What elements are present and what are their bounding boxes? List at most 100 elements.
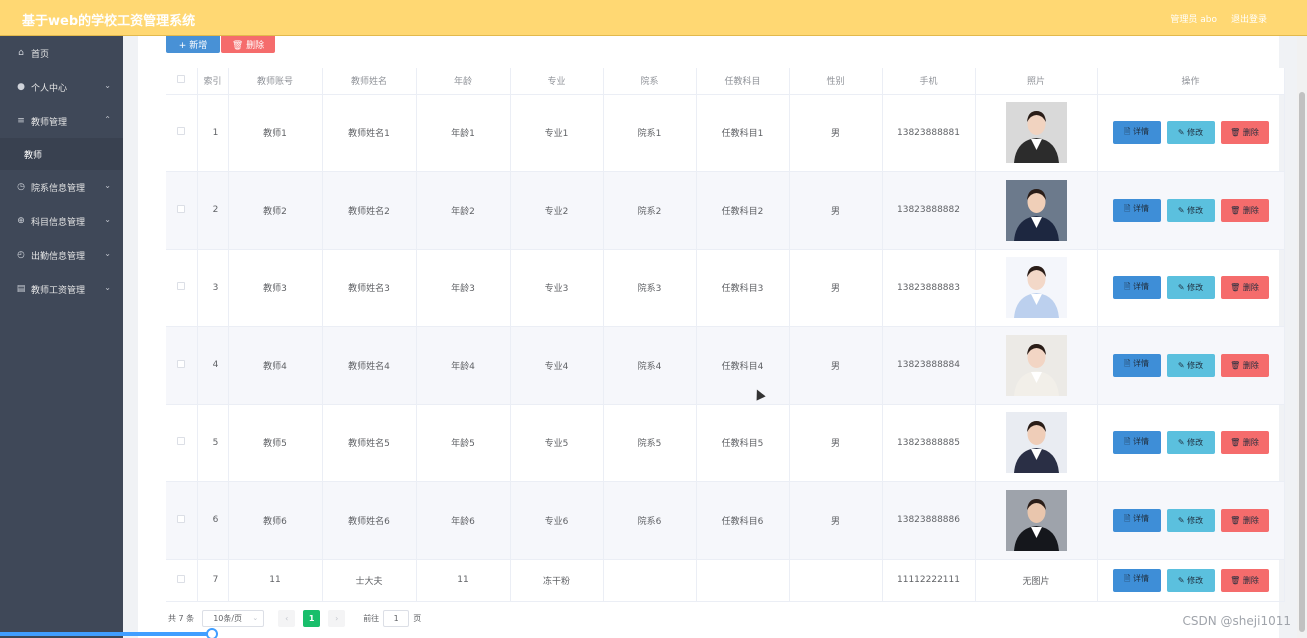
row-checkbox[interactable] [177,127,186,136]
cell-age: 11 [416,559,511,602]
table-row: 3 教师3 教师姓名3 年龄3 专业3 院系3 任教科目3 男 13823888883 🗎 详情 ✎… [166,249,1285,327]
cell-age: 年龄1 [416,94,511,172]
detail-button[interactable]: 🗎 详情 [1112,508,1161,532]
select-all-checkbox-cell[interactable] [166,68,198,95]
globe-icon: ⊕ [17,216,25,226]
cell-subject [696,559,790,602]
logout-button[interactable]: 退出登录 [1231,12,1267,25]
select-all-checkbox[interactable] [177,75,186,84]
cell-index: 4 [197,326,229,405]
page-scrollbar[interactable] [1297,36,1307,638]
detail-button[interactable]: 🗎 详情 [1112,276,1161,300]
row-checkbox-cell[interactable] [166,404,198,482]
delete-button[interactable]: 🗑 删除 [1220,353,1269,377]
cell-teacher-name: 教师姓名5 [322,404,417,482]
edit-button[interactable]: ✎ 修改 [1166,568,1215,592]
sidebar-item-personal-center[interactable]: ● 个人中心 ⌄ [0,70,123,104]
cell-actions: 🗎 详情 ✎ 修改 🗑 删除 [1097,326,1285,405]
edit-button[interactable]: ✎ 修改 [1166,431,1215,455]
column-header: 照片 [975,68,1098,95]
chevron-down-icon: ⌄ [104,283,111,292]
row-actions: 🗎 详情 ✎ 修改 🗑 删除 [1098,121,1284,145]
add-button[interactable]: + 新增 [166,36,220,53]
goto-page-input[interactable]: 1 [383,610,410,627]
delete-button[interactable]: 🗑 删除 [1220,431,1269,455]
sidebar-item-label: 科目信息管理 [31,217,86,228]
delete-button[interactable]: 🗑 删除 [1220,121,1269,145]
row-checkbox-cell[interactable] [166,94,198,172]
delete-button[interactable]: 🗑 删除 [1220,198,1269,222]
column-header: 教师姓名 [322,68,417,95]
detail-button[interactable]: 🗎 详情 [1112,431,1161,455]
row-checkbox-cell[interactable] [166,481,198,560]
chevron-down-icon: ⌄ [104,181,111,190]
sidebar-item-label: 个人中心 [31,83,68,94]
cell-age: 年龄3 [416,249,511,327]
cell-photo [975,171,1098,250]
cell-teacher-name: 教师姓名4 [322,326,417,405]
chevron-left-icon: ‹ [285,614,289,623]
next-page-button[interactable]: › [328,610,346,627]
sidebar-item-teacher-management[interactable]: ≡ 教师管理 ⌃ [0,104,123,138]
cell-teacher-name: 教师姓名3 [322,249,417,327]
cell-teacher-account: 教师3 [228,249,323,327]
table-row: 4 教师4 教师姓名4 年龄4 专业4 院系4 任教科目4 男 13823888884 🗎 详情 ✎… [166,326,1285,405]
cell-teacher-account: 教师2 [228,171,323,250]
cell-major: 冻干粉 [510,559,604,602]
cell-teacher-name: 教师姓名2 [322,171,417,250]
edit-button[interactable]: ✎ 修改 [1166,353,1215,377]
delete-button[interactable]: 🗑 删除 [1220,508,1269,532]
scrollbar-thumb[interactable] [1299,92,1305,632]
progress-handle[interactable] [206,628,218,638]
row-checkbox-cell[interactable] [166,249,198,327]
edit-button[interactable]: ✎ 修改 [1166,121,1215,145]
delete-button[interactable]: 🗑 删除 [1220,568,1269,592]
delete-button[interactable]: 🗑 删除 [1220,276,1269,300]
main-content: + 新增 🗑 删除 索引 教师账号 教师姓名 年龄 专业 院系 任教科目 性别 … [123,36,1297,638]
row-checkbox-cell[interactable] [166,171,198,250]
page-number-current[interactable]: 1 [303,610,321,627]
table-header-row: 索引 教师账号 教师姓名 年龄 专业 院系 任教科目 性别 手机 照片 操作 [166,68,1285,95]
page-size-select[interactable]: 10条/页 ⌄ [202,610,265,627]
detail-button[interactable]: 🗎 详情 [1112,353,1161,377]
edit-button[interactable]: ✎ 修改 [1166,508,1215,532]
sidebar-item-salary-management[interactable]: ▤ 教师工资管理 ⌄ [0,272,123,306]
row-checkbox-cell[interactable] [166,559,198,602]
sidebar-item-home[interactable]: ⌂ 首页 [0,36,123,70]
menu-icon: ≡ [17,116,25,126]
row-checkbox[interactable] [177,359,186,368]
row-checkbox[interactable] [177,574,186,583]
cell-actions: 🗎 详情 ✎ 修改 🗑 删除 [1097,559,1285,602]
prev-page-button[interactable]: ‹ [278,610,296,627]
cell-index: 6 [197,481,229,560]
detail-button[interactable]: 🗎 详情 [1112,198,1161,222]
row-checkbox[interactable] [177,514,186,523]
cell-phone: 13823888881 [882,94,976,172]
row-checkbox[interactable] [177,204,186,213]
row-actions: 🗎 详情 ✎ 修改 🗑 删除 [1098,431,1284,455]
progress-bar [0,632,214,636]
sidebar-item-label: 教师工资管理 [31,285,86,296]
edit-button[interactable]: ✎ 修改 [1166,276,1215,300]
total-count: 共 7 条 [168,614,195,623]
edit-button[interactable]: ✎ 修改 [1166,198,1215,222]
cell-subject: 任教科目6 [696,481,790,560]
sidebar-item-label: 首页 [31,49,50,60]
row-checkbox[interactable] [177,282,186,291]
batch-delete-button[interactable]: 🗑 删除 [221,36,275,53]
column-header: 手机 [882,68,976,95]
detail-button[interactable]: 🗎 详情 [1112,568,1161,592]
table-row: 1 教师1 教师姓名1 年龄1 专业1 院系1 任教科目1 男 13823888881 🗎 详情 ✎… [166,94,1285,172]
sidebar-subitem-teacher[interactable]: 教师 [0,138,123,170]
sidebar-item-department-info[interactable]: ◷ 院系信息管理 ⌄ [0,170,123,204]
sidebar-item-attendance-info[interactable]: ◴ 出勤信息管理 ⌄ [0,238,123,272]
column-header: 操作 [1097,68,1285,95]
row-checkbox-cell[interactable] [166,326,198,405]
row-checkbox[interactable] [177,437,186,446]
detail-button[interactable]: 🗎 详情 [1112,121,1161,145]
sidebar-item-subject-info[interactable]: ⊕ 科目信息管理 ⌄ [0,204,123,238]
cell-actions: 🗎 详情 ✎ 修改 🗑 删除 [1097,481,1285,560]
teacher-photo [1005,489,1067,551]
cell-department: 院系5 [603,404,697,482]
cell-teacher-account: 教师4 [228,326,323,405]
